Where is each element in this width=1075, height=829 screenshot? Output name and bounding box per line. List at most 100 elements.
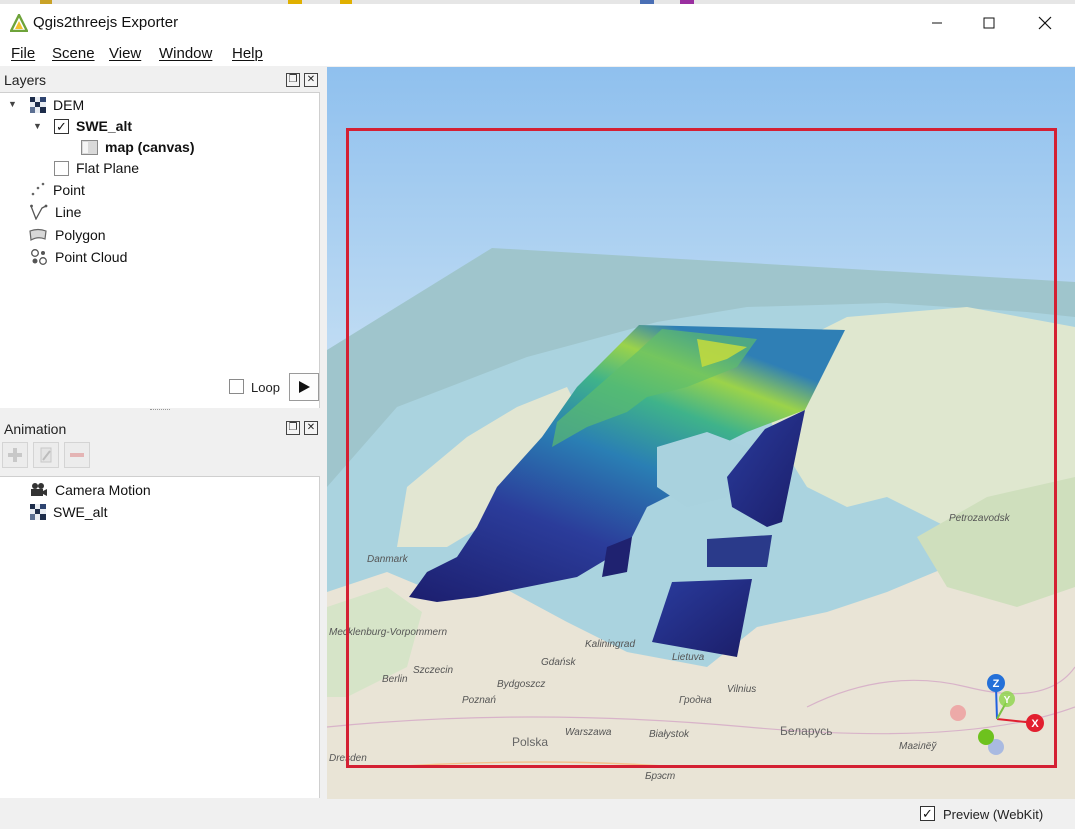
- chevron-down-icon[interactable]: ▼: [33, 121, 42, 131]
- animation-tree: Camera Motion SWE_alt: [0, 476, 320, 798]
- x-axis-label: X: [1031, 718, 1039, 730]
- point-icon: [31, 182, 45, 196]
- chevron-down-icon[interactable]: ▼: [8, 99, 17, 109]
- title-bar: Qgis2threejs Exporter: [0, 4, 1075, 42]
- y-axis-label: Y: [1004, 695, 1011, 706]
- animation-panel-title: Animation: [4, 421, 67, 437]
- tree-item-label: Polygon: [55, 227, 106, 243]
- edit-keyframe-button[interactable]: [33, 442, 59, 468]
- dem-icon: [30, 504, 46, 520]
- map-label: Dresden: [329, 753, 367, 764]
- menu-window[interactable]: Window: [159, 45, 212, 62]
- minimize-button[interactable]: [914, 8, 960, 38]
- map-label: Lietuva: [672, 652, 705, 663]
- tree-item-label: Line: [55, 204, 82, 220]
- layers-close-button[interactable]: ✕: [304, 73, 318, 87]
- close-icon: ✕: [306, 422, 316, 433]
- point-cloud-icon: [31, 249, 47, 265]
- tree-item-label: Point Cloud: [55, 249, 128, 265]
- map-canvas-icon: [81, 139, 98, 155]
- layers-panel-title: Layers: [4, 72, 47, 88]
- close-button[interactable]: [1022, 8, 1068, 38]
- anim-item-camera-motion[interactable]: Camera Motion: [30, 480, 151, 500]
- polygon-icon: [29, 228, 47, 241]
- animation-float-button[interactable]: ❐: [286, 421, 300, 435]
- map-label: Warszawa: [565, 727, 612, 738]
- map-label: Białystok: [649, 729, 690, 740]
- flat-plane-checkbox[interactable]: [54, 160, 69, 176]
- close-icon: [1038, 16, 1052, 30]
- play-button[interactable]: [289, 373, 319, 401]
- map-label: Szczecin: [413, 665, 454, 676]
- map-label: Гродна: [679, 695, 712, 706]
- menu-bar: File Scene View Window Help: [0, 42, 1075, 66]
- tree-item-line[interactable]: Line: [30, 202, 81, 222]
- anim-item-label: SWE_alt: [53, 504, 108, 520]
- animation-close-button[interactable]: ✕: [304, 421, 318, 435]
- dock-splitter-handle[interactable]: [150, 409, 170, 414]
- tree-item-label: map (canvas): [105, 139, 195, 155]
- float-icon: ❐: [288, 422, 298, 433]
- tree-item-swe-alt[interactable]: ✓ SWE_alt: [54, 116, 132, 136]
- map-label: Брэст: [645, 771, 676, 782]
- preview-checkbox[interactable]: ✓: [920, 806, 935, 821]
- minimize-icon: [932, 22, 942, 24]
- map-label: Petrozavodsk: [949, 513, 1010, 524]
- tree-item-map-canvas[interactable]: map (canvas): [81, 137, 194, 157]
- map-label: Kaliningrad: [585, 639, 636, 650]
- dem-icon: [30, 97, 46, 113]
- preview-label: Preview (WebKit): [943, 807, 1044, 822]
- add-keyframe-button[interactable]: [2, 442, 28, 468]
- menu-view[interactable]: View: [109, 45, 141, 62]
- map-label: Gdańsk: [541, 657, 576, 668]
- animation-toolbar: [0, 439, 319, 475]
- status-bar: [0, 800, 1075, 829]
- layers-tree: ▼ DEM ▼ ✓ SWE_alt map (canvas) Flat Plan…: [0, 92, 320, 408]
- map-label: Mecklenburg-Vorpommern: [329, 627, 448, 638]
- map-label: Bydgoszcz: [497, 679, 546, 690]
- close-icon: ✕: [306, 74, 316, 85]
- map-label: Polska: [512, 735, 549, 749]
- map-label: Беларусь: [780, 724, 833, 738]
- 3d-preview-view[interactable]: Petrozavodsk Danmark Gdańsk Szczecin Ber…: [327, 67, 1075, 799]
- map-label: Vilnius: [727, 684, 757, 695]
- maximize-button[interactable]: [966, 8, 1012, 38]
- anim-item-label: Camera Motion: [55, 482, 151, 498]
- plus-icon: [8, 448, 22, 462]
- menu-file[interactable]: File: [11, 45, 35, 62]
- tree-item-polygon[interactable]: Polygon: [28, 225, 106, 245]
- qgis2threejs-logo-icon: [10, 14, 28, 32]
- menu-scene[interactable]: Scene: [52, 45, 95, 62]
- axis-gizmo[interactable]: Z Y X: [945, 667, 1055, 767]
- pencil-icon: [40, 447, 52, 463]
- tree-item-label: Point: [53, 182, 85, 198]
- negative-x-handle[interactable]: [950, 705, 966, 721]
- tree-item-flat-plane[interactable]: Flat Plane: [54, 158, 139, 178]
- minus-icon: [70, 453, 84, 457]
- remove-keyframe-button[interactable]: [64, 442, 90, 468]
- tree-item-dem[interactable]: DEM: [30, 95, 84, 115]
- menu-help[interactable]: Help: [232, 45, 263, 62]
- loop-checkbox[interactable]: [229, 379, 244, 394]
- map-label: Danmark: [367, 554, 408, 565]
- tree-item-label: DEM: [53, 97, 85, 113]
- tree-item-label: SWE_alt: [76, 118, 133, 134]
- swe-alt-checkbox[interactable]: ✓: [54, 118, 69, 134]
- map-label: Poznań: [462, 695, 496, 706]
- dem-raster-estonia: [707, 535, 772, 567]
- line-icon: [30, 204, 48, 220]
- negative-y-handle[interactable]: [978, 729, 994, 745]
- map-label: Berlin: [382, 674, 408, 685]
- maximize-icon: [983, 17, 995, 29]
- map-label: Магілёў: [899, 741, 937, 752]
- window-title: Qgis2threejs Exporter: [33, 14, 179, 31]
- layers-float-button[interactable]: ❐: [286, 73, 300, 87]
- play-icon: [299, 381, 310, 393]
- anim-item-swe-alt[interactable]: SWE_alt: [30, 502, 107, 522]
- loop-label: Loop: [251, 380, 280, 395]
- float-icon: ❐: [288, 74, 298, 85]
- tree-item-point-cloud[interactable]: Point Cloud: [30, 247, 127, 267]
- tree-item-label: Flat Plane: [76, 160, 140, 176]
- tree-item-point[interactable]: Point: [30, 180, 85, 200]
- z-axis-label: Z: [993, 678, 1000, 690]
